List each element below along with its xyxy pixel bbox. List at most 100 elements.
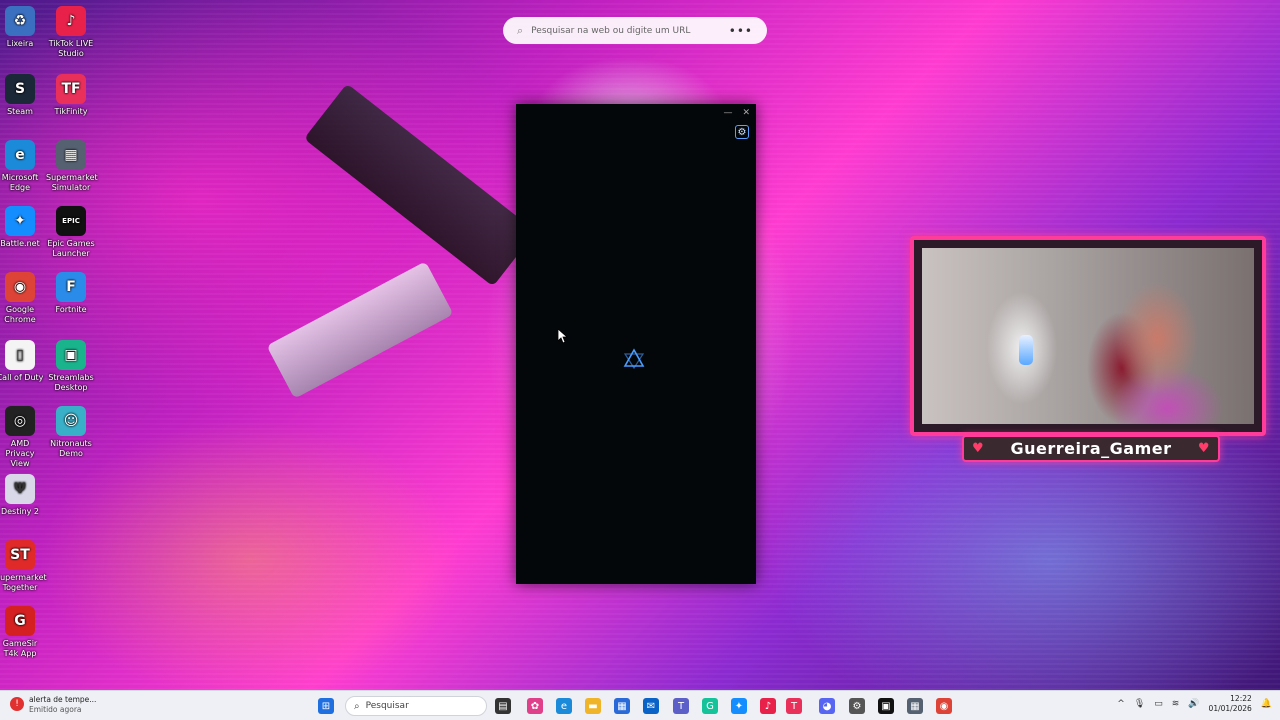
app-icon: TF — [56, 74, 86, 104]
app-icon: ♻ — [5, 6, 35, 36]
desktop-icon-label: Steam — [7, 107, 33, 116]
desktop-icon-label: Call of Duty — [0, 373, 44, 382]
app-icon: ST — [5, 540, 35, 570]
desktop-icon-epic-games-launcher[interactable]: EPIC Epic Games Launcher — [46, 206, 96, 259]
desktop-icon-label: TikFinity — [54, 107, 88, 116]
desktop-icon-label: TikTok LIVE Studio — [48, 39, 94, 58]
desktop-icon-microsoft-edge[interactable]: e Microsoft Edge — [0, 140, 45, 193]
taskbar-teams-icon[interactable]: T — [673, 698, 689, 714]
window-controls: — ✕ — [723, 108, 750, 118]
app-icon: ◉ — [5, 272, 35, 302]
taskbar-start-icon[interactable]: ⊞ — [318, 698, 334, 714]
webcam-overlay — [910, 236, 1266, 436]
weather-alert-notification[interactable]: ! alerta de tempe... Emitido agora — [10, 695, 96, 715]
desktop-icon-battle-net[interactable]: ✦ Battle.net — [0, 206, 45, 249]
search-icon: ⌕ — [354, 700, 360, 712]
browser-search-bar[interactable]: ⌕ Pesquisar na web ou digite um URL ••• — [503, 17, 767, 44]
taskbar-grammarly-icon[interactable]: G — [702, 698, 718, 714]
app-icon: ◎ — [5, 406, 35, 436]
taskbar-task-view-icon[interactable]: ▤ — [495, 698, 511, 714]
show-hidden-icons-button[interactable]: ^ — [1117, 699, 1125, 709]
app-icon: ▣ — [56, 340, 86, 370]
app-icon: ♪ — [56, 6, 86, 36]
taskbar-store-icon[interactable]: ▦ — [614, 698, 630, 714]
desktop-icon-label: Fortnite — [55, 305, 87, 314]
desktop-icon-lixeira[interactable]: ♻ Lixeira — [0, 6, 45, 49]
desktop-icon-label: Streamlabs Desktop — [48, 373, 94, 392]
microphone-tray-icon[interactable]: 🎙 — [1134, 699, 1145, 709]
search-icon: ⌕ — [517, 23, 524, 37]
taskbar-tikfinity-icon[interactable]: T — [786, 698, 802, 714]
desktop-icon-label: Battle.net — [0, 239, 40, 248]
taskbar-call-of-duty-icon[interactable]: ▣ — [878, 698, 894, 714]
volume-icon[interactable]: 🔊 — [1188, 699, 1199, 709]
heart-icon: ♥ — [972, 441, 985, 456]
desktop-icon-nitronauts-demo[interactable]: ☺ Nitronauts Demo — [46, 406, 96, 459]
webcam-feed — [922, 248, 1254, 424]
desktop-icon-label: Lixeira — [6, 39, 34, 48]
streamer-name-plate: ♥ Guerreira_Gamer ♥ — [962, 435, 1220, 462]
taskbar-chrome-icon[interactable]: ◉ — [936, 698, 952, 714]
settings-gear-icon[interactable]: ⚙ — [735, 125, 749, 139]
minimize-button[interactable]: — — [723, 108, 732, 118]
desktop-icon-label: Supermarket Simulator — [46, 173, 98, 192]
desktop-icon-call-of-duty[interactable]: ▯ Call of Duty — [0, 340, 45, 383]
taskbar-search-box[interactable]: ⌕ Pesquisar — [345, 696, 487, 716]
taskbar-supermarket-icon[interactable]: ▦ — [907, 698, 923, 714]
desktop-icon-label: Microsoft Edge — [1, 173, 39, 192]
close-button[interactable]: ✕ — [742, 108, 750, 118]
app-icon: EPIC — [56, 206, 86, 236]
desktop-icon-tiktok-live-studio[interactable]: ♪ TikTok LIVE Studio — [46, 6, 96, 59]
taskbar-settings-icon[interactable]: ⚙ — [849, 698, 865, 714]
wifi-icon[interactable]: ≋ — [1172, 699, 1180, 709]
app-icon: ▦ — [56, 140, 86, 170]
taskbar-copilot-icon[interactable]: ✿ — [527, 698, 543, 714]
desktop-icon-fortnite[interactable]: F Fortnite — [46, 272, 96, 315]
desktop-icon-supermarket-simulator[interactable]: ▦ Supermarket Simulator — [46, 140, 98, 193]
desktop-icon-grid: ♻ Lixeira ♪ TikTok LIVE Studio S Steam TF TikFi… — [0, 0, 100, 690]
network-icon[interactable]: ▭ — [1154, 699, 1163, 709]
app-icon: Ψ — [5, 474, 35, 504]
desktop-icon-label: Epic Games Launcher — [47, 239, 95, 258]
loading-spinner-icon — [623, 348, 645, 370]
desktop-icon-tikfinity[interactable]: TF TikFinity — [46, 74, 96, 117]
app-icon: e — [5, 140, 35, 170]
taskbar-battlenet-icon[interactable]: ✦ — [731, 698, 747, 714]
system-tray: ^ 🎙 ▭ ≋ 🔊 12:22 01/01/2026 🔔 — [1117, 694, 1272, 714]
more-options-icon[interactable]: ••• — [729, 24, 753, 38]
desktop-icon-destiny-2[interactable]: Ψ Destiny 2 — [0, 474, 45, 517]
desktop-icon-label: Google Chrome — [4, 305, 36, 324]
notification-subtitle: Emitido agora — [29, 705, 82, 714]
loading-app-window[interactable]: — ✕ ⚙ — [516, 104, 756, 584]
app-icon: ✦ — [5, 206, 35, 236]
desktop-icon-google-chrome[interactable]: ◉ Google Chrome — [0, 272, 45, 325]
taskbar: ! alerta de tempe... Emitido agora ⊞ ▤ ✿ e ▬… — [0, 690, 1280, 720]
desktop-icon-streamlabs-desktop[interactable]: ▣ Streamlabs Desktop — [46, 340, 96, 393]
desktop-icon-supermarket-together[interactable]: ST Supermarket Together — [0, 540, 47, 593]
app-icon: ☺ — [56, 406, 86, 436]
desktop-icon-gamesir-t4k-app[interactable]: G GameSir T4k App — [0, 606, 45, 659]
microphone-icon — [1019, 335, 1033, 365]
heart-icon: ♥ — [1197, 441, 1210, 456]
clock-time: 12:22 — [1230, 694, 1252, 703]
taskbar-discord-icon[interactable]: ◕ — [819, 698, 835, 714]
taskbar-edge-icon[interactable]: e — [556, 698, 572, 714]
notification-title: alerta de tempe... — [29, 695, 97, 704]
desktop-icon-label: GameSir T4k App — [2, 639, 38, 658]
desktop-icon-amd-privacy-view[interactable]: ◎ AMD Privacy View — [0, 406, 45, 469]
taskbar-outlook-icon[interactable]: ✉ — [643, 698, 659, 714]
taskbar-explorer-icon[interactable]: ▬ — [585, 698, 601, 714]
clock[interactable]: 12:22 01/01/2026 — [1209, 694, 1252, 714]
clock-date: 01/01/2026 — [1208, 704, 1252, 713]
streamer-name: Guerreira_Gamer — [1010, 439, 1172, 458]
alert-icon: ! — [10, 697, 24, 711]
desktop-icon-steam[interactable]: S Steam — [0, 74, 45, 117]
app-icon: S — [5, 74, 35, 104]
app-icon: F — [56, 272, 86, 302]
desktop-icon-label: AMD Privacy View — [5, 439, 35, 468]
taskbar-tiktok-studio-icon[interactable]: ♪ — [760, 698, 776, 714]
search-placeholder: Pesquisar na web ou digite um URL — [531, 25, 691, 36]
app-icon: ▯ — [5, 340, 35, 370]
taskbar-search-placeholder: Pesquisar — [365, 701, 409, 711]
notifications-bell-icon[interactable]: 🔔 — [1261, 699, 1272, 709]
